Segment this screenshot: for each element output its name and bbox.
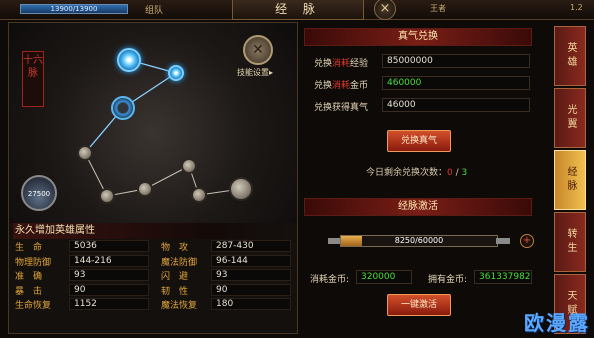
team-label[interactable]: 组队 (145, 3, 163, 16)
progress-text: 8250/60000 (394, 236, 444, 245)
cost-value-field: 320000 (356, 270, 412, 284)
skill-settings-label[interactable]: 技能设置▸ (237, 67, 273, 78)
attr-row: 生命恢复 1152 魔法恢复 180 (13, 298, 295, 313)
meridian-node-6[interactable] (99, 188, 115, 204)
attr-label: 准 确 (15, 272, 43, 282)
attr-label: 魔法防御 (161, 257, 198, 268)
attr-value: 180 (211, 298, 291, 310)
attr-label: 生命恢复 (15, 301, 52, 311)
attr-value: 1152 (69, 298, 149, 310)
exp-label: 兑换消耗经验 (314, 59, 369, 69)
attr-label: 生 命 (15, 243, 43, 253)
attr-label: 物理防御 (15, 257, 52, 268)
attr-row: 准 确 93 闪 避 93 (13, 269, 295, 284)
meridian-node-2[interactable] (168, 65, 184, 81)
progress-right-cap (496, 238, 510, 244)
true-qi-value: 27500 (27, 190, 51, 198)
attr-value: 96-144 (211, 254, 291, 267)
attr-label: 暴 击 (15, 286, 43, 297)
close-button[interactable]: × (374, 0, 396, 20)
meridian-map: 十六脉 ✕ 技能设置▸ 27500 (9, 23, 297, 223)
meridian-node-5[interactable] (181, 158, 197, 174)
one-key-activate-button[interactable]: 一键激活 (387, 294, 451, 316)
meridian-panel: 十六脉 ✕ 技能设置▸ 27500 永久增加英雄属性 生 命 5036 物 攻 … (8, 22, 298, 334)
cost-label: 消耗金币: (310, 275, 350, 285)
exchange-title: 真气兑换 (304, 28, 532, 46)
attr-value: 93 (69, 269, 149, 281)
attr-table: 生 命 5036 物 攻 287-430 物理防御 144-216 魔法防御 9… (13, 240, 295, 313)
tab-wings[interactable]: 光翼 (554, 88, 586, 148)
attr-header: 永久增加英雄属性 (13, 223, 293, 239)
own-gold-label: 拥有金币: (428, 275, 468, 285)
exp-value-field: 85000000 (382, 54, 530, 68)
attr-label: 物 攻 (161, 243, 189, 253)
page-title: 经 脉 (232, 0, 364, 20)
attr-label: 魔法恢复 (161, 301, 198, 311)
own-gold-field: 361337982 (474, 270, 532, 284)
attr-label: 韧 性 (161, 286, 189, 297)
true-qi-orb: 27500 (21, 175, 57, 211)
tab-meridian[interactable]: 经脉 (554, 150, 586, 210)
attr-value: 287-430 (211, 240, 291, 252)
attr-value: 90 (69, 283, 149, 296)
meridian-progress: 8250/60000 (340, 235, 498, 247)
watermark-logo: 欧漫露 (524, 311, 590, 335)
tab-hero[interactable]: 英雄 (554, 26, 586, 86)
top-bar: 13900/13900 组队 经 脉 × 王者 1.2 (0, 0, 594, 20)
meridian-node-1[interactable] (117, 48, 141, 72)
meridian-node-8[interactable] (191, 187, 207, 203)
add-icon[interactable]: + (520, 234, 534, 248)
attr-value: 144-216 (69, 254, 149, 267)
attr-value: 90 (211, 283, 291, 296)
attr-row: 暴 击 90 韧 性 90 (13, 283, 295, 299)
exchange-count: 今日剩余兑换次数：0 / 3 (366, 168, 468, 178)
attr-row: 物理防御 144-216 魔法防御 96-144 (13, 254, 295, 270)
attr-value: 93 (211, 269, 291, 281)
meridian-seal: 十六脉 (22, 51, 44, 107)
gain-value-field: 46000 (382, 98, 530, 112)
top-right-label: 王者 (430, 4, 446, 13)
meridian-node-7[interactable] (137, 181, 153, 197)
exchange-qi-button[interactable]: 兑换真气 (387, 130, 451, 152)
top-right-value: 1.2 (570, 3, 583, 12)
attr-value: 5036 (69, 240, 149, 252)
skill-settings-button[interactable]: ✕ (243, 35, 273, 65)
meridian-node-4[interactable] (77, 145, 93, 161)
hp-bar: 13900/13900 (20, 4, 128, 14)
exchange-panel: 真气兑换 兑换消耗经验 85000000 兑换消耗金币 460000 兑换获得真… (302, 22, 538, 334)
activate-title: 经脉激活 (304, 198, 532, 216)
gold-value-field: 460000 (382, 76, 530, 90)
gain-label: 兑换获得真气 (314, 103, 369, 113)
attr-label: 闪 避 (161, 272, 189, 282)
meridian-node-9[interactable] (229, 177, 253, 201)
side-tabs: 英雄 光翼 经脉 转生 天赋 (554, 22, 588, 334)
meridian-node-3[interactable] (111, 96, 135, 120)
attr-row: 生 命 5036 物 攻 287-430 (13, 240, 295, 255)
tab-rebirth[interactable]: 转生 (554, 212, 586, 272)
gold-label: 兑换消耗金币 (314, 81, 369, 91)
